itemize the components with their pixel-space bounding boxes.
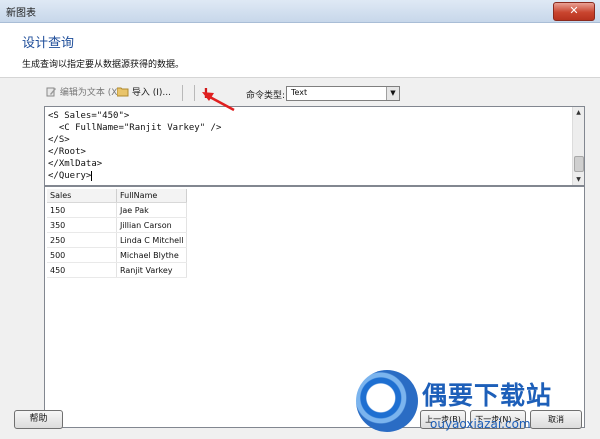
watermark-name: 偶要下载站 bbox=[422, 381, 553, 410]
table-row: 450 Ranjit Varkey bbox=[47, 262, 187, 278]
cell-fullname: Jillian Carson bbox=[116, 217, 187, 233]
cell-sales: 500 bbox=[47, 247, 117, 263]
wizard-header: 设计查询 生成查询以指定要从数据源获得的数据。 bbox=[0, 23, 600, 78]
help-button[interactable]: 帮助 bbox=[14, 410, 63, 429]
command-type-value: Text bbox=[291, 88, 308, 97]
chevron-down-icon[interactable]: ▼ bbox=[386, 87, 399, 100]
table-row: 250 Linda C Mitchell bbox=[47, 232, 187, 248]
dialog-window: 新图表 ✕ 设计查询 生成查询以指定要从数据源获得的数据。 编辑为文本 (X) … bbox=[0, 0, 600, 439]
import-button[interactable]: 导入 (I)... bbox=[116, 85, 171, 100]
toolbar-separator bbox=[182, 85, 183, 101]
edit-text-icon bbox=[46, 86, 57, 100]
edit-as-text-button[interactable]: 编辑为文本 (X) bbox=[46, 85, 121, 100]
command-type-select[interactable]: Text ▼ bbox=[286, 86, 400, 101]
table-row: 350 Jillian Carson bbox=[47, 217, 187, 233]
page-description: 生成查询以指定要从数据源获得的数据。 bbox=[22, 60, 185, 70]
run-query-button[interactable]: ! bbox=[203, 87, 209, 102]
cell-sales: 350 bbox=[47, 217, 117, 233]
table-row: 150 Jae Pak bbox=[47, 202, 187, 218]
title-bar: 新图表 ✕ bbox=[0, 0, 600, 23]
import-label: 导入 (I)... bbox=[131, 88, 171, 98]
close-button[interactable]: ✕ bbox=[553, 2, 595, 21]
cell-fullname: Linda C Mitchell bbox=[116, 232, 187, 248]
watermark: 偶要下载站 ouyaoxiazai.com bbox=[356, 368, 600, 439]
close-icon: ✕ bbox=[569, 4, 579, 17]
query-text[interactable]: <S Sales="450"> <C FullName="Ranjit Vark… bbox=[48, 110, 221, 182]
folder-icon bbox=[116, 86, 129, 100]
column-header-sales: Sales bbox=[47, 189, 117, 203]
cell-fullname: Jae Pak bbox=[116, 202, 187, 218]
toolbar-separator bbox=[194, 85, 195, 101]
cell-fullname: Michael Blythe bbox=[116, 247, 187, 263]
cell-sales: 150 bbox=[47, 202, 117, 218]
query-text-editor[interactable]: <S Sales="450"> <C FullName="Ranjit Vark… bbox=[44, 106, 585, 186]
page-title: 设计查询 bbox=[22, 36, 75, 51]
scroll-down-icon[interactable]: ▼ bbox=[573, 174, 584, 185]
watermark-url: ouyaoxiazai.com bbox=[430, 417, 531, 431]
column-header-fullname: FullName bbox=[116, 189, 187, 203]
edit-as-text-label: 编辑为文本 (X) bbox=[59, 88, 121, 98]
results-table: Sales FullName 150 Jae Pak 350 Jillian Car… bbox=[47, 189, 187, 278]
window-title: 新图表 bbox=[6, 8, 36, 19]
scroll-thumb[interactable] bbox=[574, 156, 584, 172]
cell-fullname: Ranjit Varkey bbox=[116, 262, 187, 278]
table-row: 500 Michael Blythe bbox=[47, 247, 187, 263]
cell-sales: 450 bbox=[47, 262, 117, 278]
cell-sales: 250 bbox=[47, 232, 117, 248]
editor-scrollbar[interactable]: ▲ ▼ bbox=[572, 107, 584, 185]
command-type-label: 命令类型: bbox=[246, 91, 286, 101]
watermark-logo-icon bbox=[356, 370, 418, 432]
text-caret bbox=[91, 170, 93, 181]
scroll-up-icon[interactable]: ▲ bbox=[573, 107, 584, 118]
